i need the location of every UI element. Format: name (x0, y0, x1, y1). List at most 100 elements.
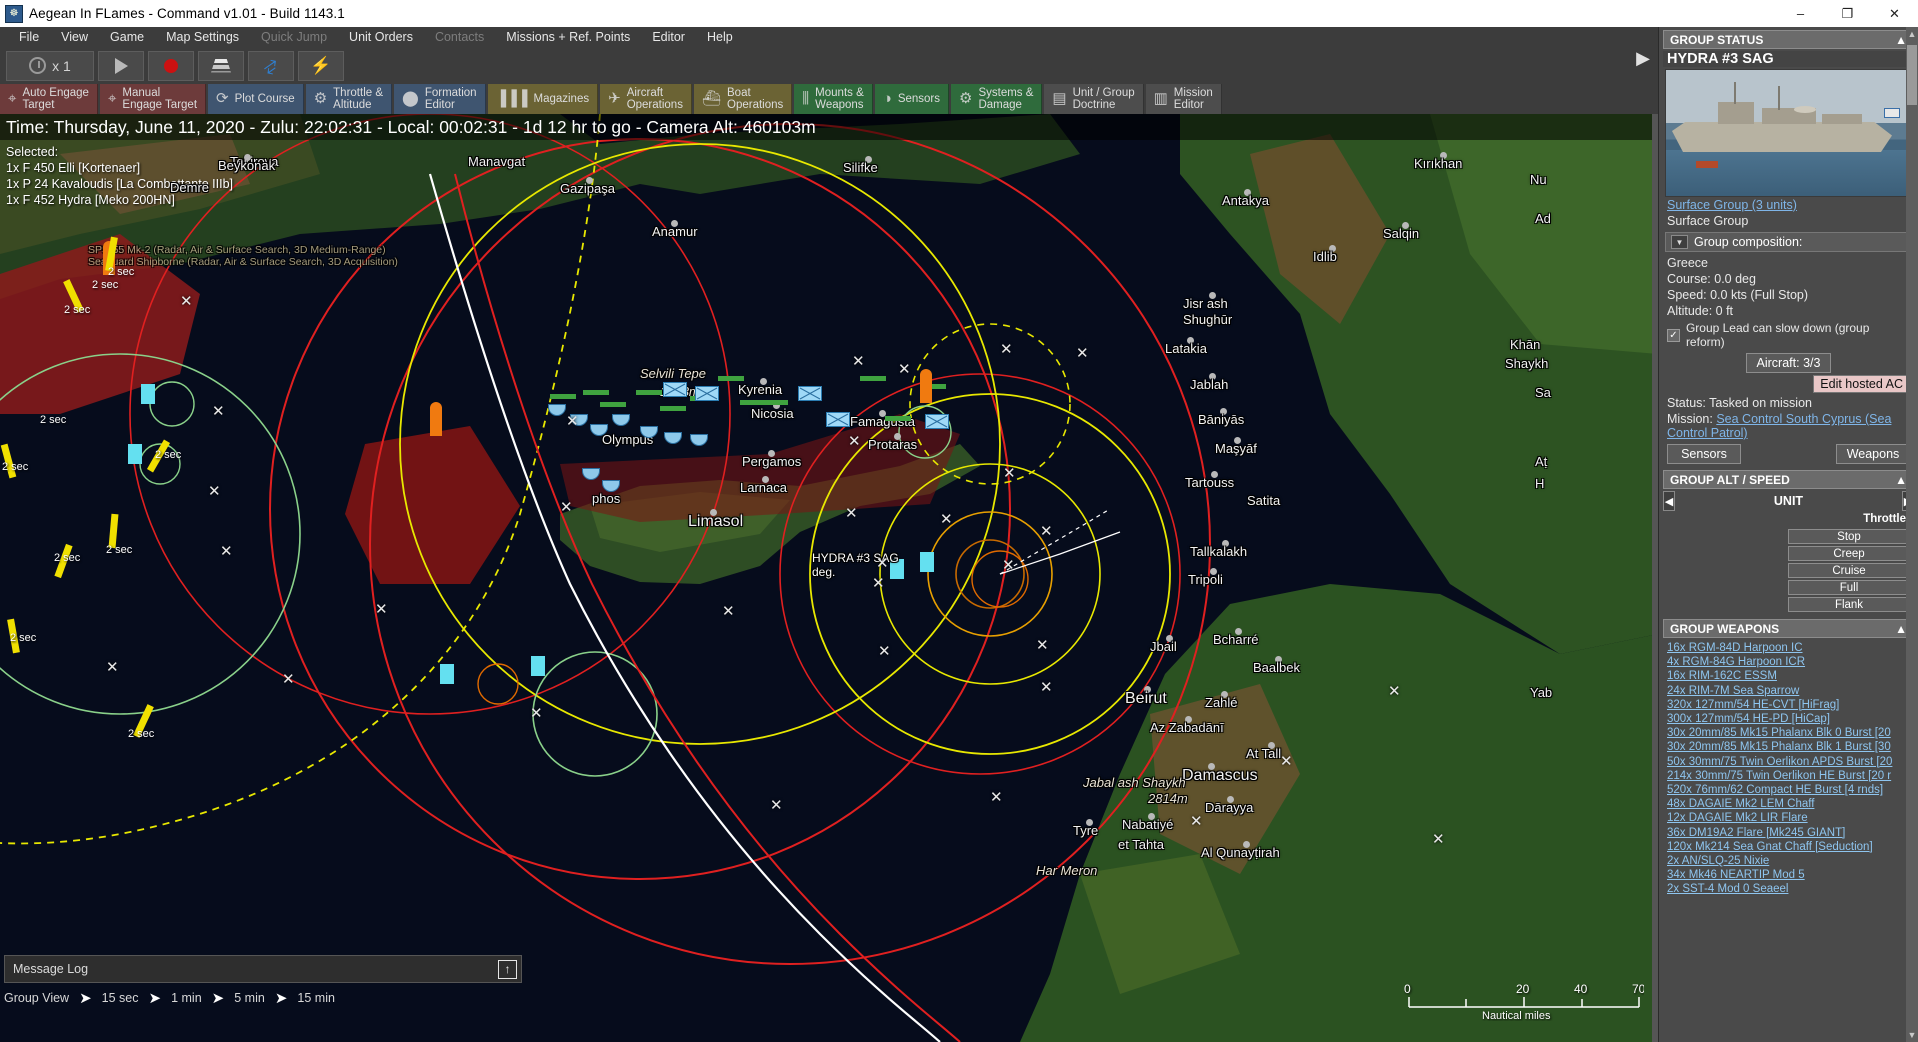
step-15sec[interactable]: 15 sec (102, 991, 139, 1005)
contact-marker[interactable]: ✕ (282, 672, 295, 687)
layers-button[interactable] (198, 51, 244, 81)
expand-up-icon[interactable]: ↑ (498, 960, 517, 979)
contact-marker[interactable]: ✕ (106, 660, 119, 675)
edit-hosted-ac-button[interactable]: Edit hosted AC (1813, 375, 1910, 393)
surface-contact-symbol[interactable] (582, 468, 600, 480)
message-log-bar[interactable]: Message Log ↑ (4, 955, 522, 983)
contact-marker[interactable]: ✕ (770, 798, 783, 813)
friendly-unit-symbol[interactable] (531, 656, 545, 676)
contact-marker[interactable]: ✕ (1000, 342, 1013, 357)
panel-scrollbar[interactable]: ▲ ▼ (1906, 27, 1918, 1042)
scroll-down-icon[interactable]: ▼ (1906, 1028, 1918, 1042)
contact-marker[interactable]: ✕ (898, 362, 911, 377)
maximize-button[interactable]: ❐ (1824, 0, 1871, 27)
contact-marker[interactable]: ✕ (1040, 524, 1053, 539)
action-plot-course[interactable]: ⟳Plot Course (208, 84, 304, 114)
friendly-unit-symbol[interactable] (920, 552, 934, 572)
menu-item-editor[interactable]: Editor (641, 28, 696, 46)
weapon-item[interactable]: 300x 127mm/54 HE-PD [HiCap] (1667, 712, 1918, 726)
play-button[interactable] (98, 51, 144, 81)
contact-marker[interactable]: ✕ (566, 414, 579, 429)
weapon-item[interactable]: 34x Mk46 NEARTIP Mod 5 (1667, 868, 1918, 882)
green-bar-marker[interactable] (600, 402, 626, 407)
group-weapons-header[interactable]: GROUP WEAPONS ▲ (1663, 619, 1914, 638)
contact-marker[interactable]: ✕ (375, 602, 388, 617)
contact-marker[interactable]: ✕ (990, 790, 1003, 805)
contact-marker[interactable]: ✕ (220, 544, 233, 559)
record-button[interactable] (148, 51, 194, 81)
action-auto-engage-target[interactable]: ⌖Auto EngageTarget (0, 84, 98, 114)
surface-contact-symbol[interactable] (690, 434, 708, 446)
scroll-up-icon[interactable]: ▲ (1906, 27, 1918, 41)
jump-button[interactable]: ⥂ (248, 51, 294, 81)
weapon-item[interactable]: 36x DM19A2 Flare [Mk245 GIANT] (1667, 826, 1918, 840)
menu-item-file[interactable]: File (8, 28, 50, 46)
minimize-button[interactable]: – (1777, 0, 1824, 27)
contact-marker[interactable]: ✕ (848, 434, 861, 449)
weapon-item[interactable]: 320x 127mm/54 HE-CVT [HiFrag] (1667, 698, 1918, 712)
group-alt-speed-header[interactable]: GROUP ALT / SPEED ▲ (1663, 470, 1914, 489)
weapon-item[interactable]: 214x 30mm/75 Twin Oerlikon HE Burst [20 … (1667, 769, 1918, 783)
throttle-full-button[interactable]: Full (1788, 580, 1910, 595)
green-bar-marker[interactable] (636, 390, 662, 395)
green-bar-marker[interactable] (583, 390, 609, 395)
group-status-header[interactable]: GROUP STATUS ▲ (1663, 30, 1914, 49)
friendly-unit-symbol[interactable] (128, 444, 142, 464)
weapon-item[interactable]: 4x RGM-84G Harpoon ICR (1667, 655, 1918, 669)
throttle-flank-button[interactable]: Flank (1788, 597, 1910, 612)
weapon-item[interactable]: 2x SST-4 Mod 0 Seaeel (1667, 882, 1918, 896)
weapon-item[interactable]: 24x RIM-7M Sea Sparrow (1667, 684, 1918, 698)
scrollbar-thumb[interactable] (1907, 45, 1917, 105)
action-magazines[interactable]: ▐▐▐Magazines (488, 84, 599, 114)
surface-contact-symbol[interactable] (602, 480, 620, 492)
surface-contact-symbol[interactable] (548, 404, 566, 416)
green-bar-marker[interactable] (550, 394, 576, 399)
lightning-button[interactable]: ⚡ (298, 51, 344, 81)
friendly-unit-symbol[interactable] (440, 664, 454, 684)
action-mounts-weapons[interactable]: ⫼Mounts &Weapons (794, 84, 872, 114)
weapon-item[interactable]: 50x 30mm/75 Twin Oerlikon APDS Burst [20 (1667, 755, 1918, 769)
contact-marker[interactable]: ✕ (845, 506, 858, 521)
contact-marker[interactable]: ✕ (1036, 638, 1049, 653)
green-bar-marker[interactable] (762, 400, 788, 405)
panel-collapse-button[interactable]: ▶ (1630, 34, 1656, 82)
action-aircraft-operations[interactable]: ✈AircraftOperations (600, 84, 692, 114)
chevron-down-icon[interactable]: ▼ (1671, 235, 1688, 249)
green-bar-marker[interactable] (718, 376, 744, 381)
prev-unit-button[interactable]: ◀ (1663, 491, 1675, 511)
contact-marker[interactable]: ✕ (1432, 832, 1445, 847)
surface-group-link[interactable]: Surface Group (3 units) (1667, 198, 1797, 212)
surface-contact-symbol[interactable] (664, 432, 682, 444)
contact-marker[interactable]: ✕ (212, 404, 225, 419)
contact-marker[interactable]: ✕ (872, 576, 885, 591)
menu-item-map-settings[interactable]: Map Settings (155, 28, 250, 46)
friendly-unit-symbol[interactable] (141, 384, 155, 404)
menu-item-unit-orders[interactable]: Unit Orders (338, 28, 424, 46)
throttle-creep-button[interactable]: Creep (1788, 546, 1910, 561)
surface-contact-symbol[interactable] (590, 424, 608, 436)
contact-marker[interactable]: ✕ (180, 294, 193, 309)
contact-marker[interactable]: ✕ (940, 512, 953, 527)
menu-item-view[interactable]: View (50, 28, 99, 46)
tactical-map[interactable]: Time: Thursday, June 11, 2020 - Zulu: 22… (0, 114, 1658, 1042)
surface-contact-symbol[interactable] (612, 414, 630, 426)
weapons-button[interactable]: Weapons (1836, 444, 1910, 464)
weapon-item[interactable]: 120x Mk214 Sea Gnat Chaff [Seduction] (1667, 840, 1918, 854)
air-contact-symbol[interactable] (798, 386, 822, 401)
weapon-item[interactable]: 2x AN/SLQ-25 Nixie (1667, 854, 1918, 868)
contact-marker[interactable]: ✕ (208, 484, 221, 499)
action-unit-group-doctrine[interactable]: ▤Unit / GroupDoctrine (1044, 84, 1143, 114)
contact-marker[interactable]: ✕ (722, 604, 735, 619)
group-slowdown-row[interactable]: ✓ Group Lead can slow down (group reform… (1659, 319, 1918, 351)
action-throttle-altitude[interactable]: ⚙Throttle &Altitude (306, 84, 392, 114)
action-sensors[interactable]: ◑Sensors (875, 84, 949, 114)
menu-item-game[interactable]: Game (99, 28, 155, 46)
action-systems-damage[interactable]: ⚙Systems &Damage (951, 84, 1042, 114)
aircraft-count[interactable]: Aircraft: 3/3 (1746, 353, 1832, 373)
menu-item-missions-ref-points[interactable]: Missions + Ref. Points (495, 28, 641, 46)
surface-contact-symbol[interactable] (640, 426, 658, 438)
group-view-label[interactable]: Group View (4, 991, 69, 1005)
weapon-item[interactable]: 30x 20mm/85 Mk15 Phalanx Blk 0 Burst [20 (1667, 726, 1918, 740)
contact-marker[interactable]: ✕ (876, 556, 889, 571)
air-contact-symbol[interactable] (826, 412, 850, 427)
